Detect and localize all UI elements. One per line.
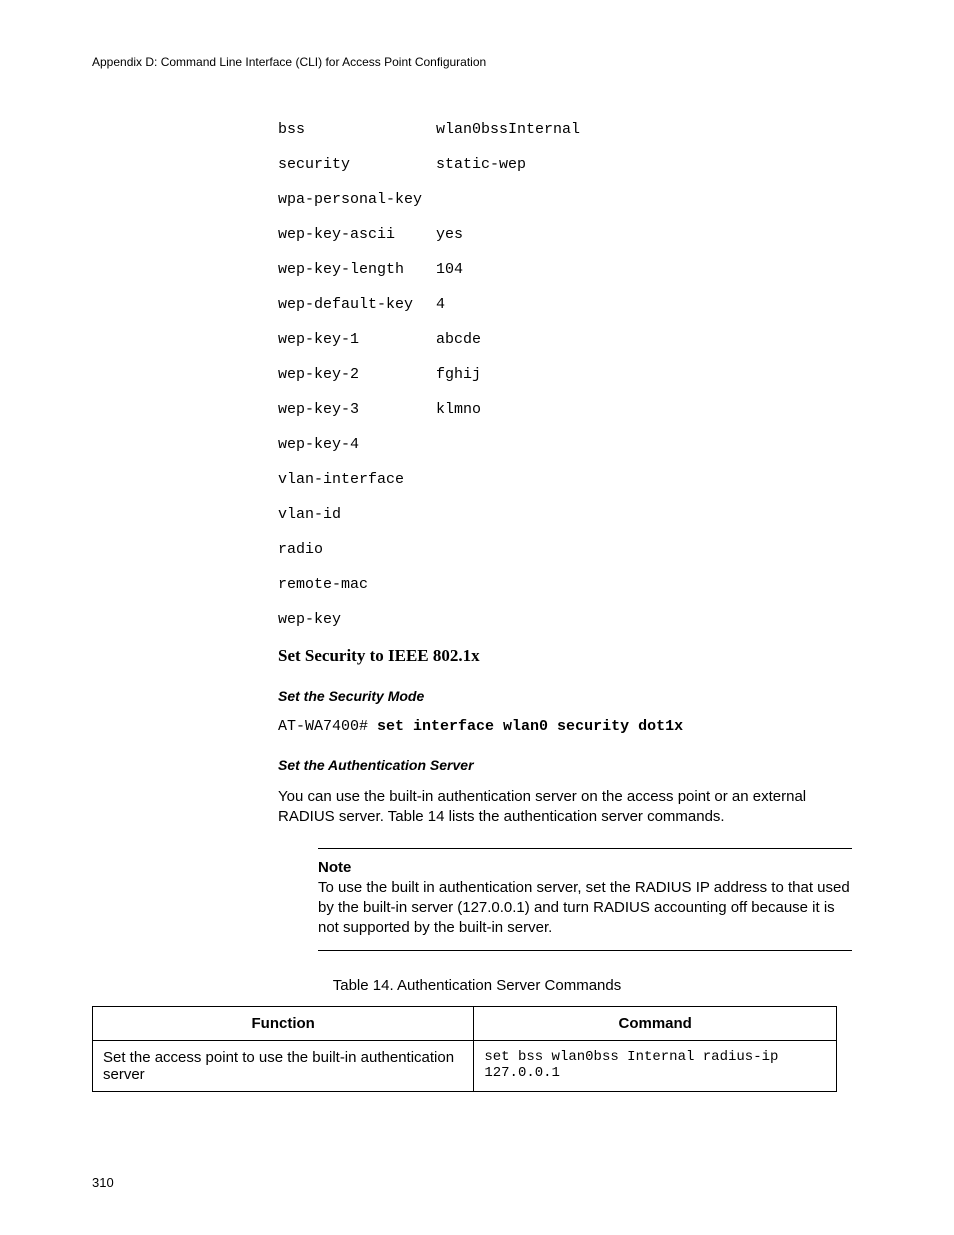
config-key: wep-default-key [278, 296, 436, 313]
config-val: 4 [436, 296, 445, 313]
config-key: remote-mac [278, 576, 436, 593]
config-row: bsswlan0bssInternal [278, 121, 862, 138]
config-row: wep-key-asciiyes [278, 226, 862, 243]
config-key: wep-key-4 [278, 436, 436, 453]
config-key: wep-key-ascii [278, 226, 436, 243]
config-row: wep-key [278, 611, 862, 628]
config-row: wep-key-1abcde [278, 331, 862, 348]
note-box: Note To use the built in authentication … [318, 848, 852, 952]
config-row: wep-default-key4 [278, 296, 862, 313]
config-row: wep-key-3klmno [278, 401, 862, 418]
config-row: wep-key-length104 [278, 261, 862, 278]
table-cell-command: set bss wlan0bss Internal radius-ip 127.… [474, 1041, 837, 1092]
config-val: abcde [436, 331, 481, 348]
config-key: wep-key-2 [278, 366, 436, 383]
config-row: vlan-id [278, 506, 862, 523]
body-paragraph: You can use the built-in authentication … [278, 787, 862, 828]
config-row: wep-key-2fghij [278, 366, 862, 383]
config-row: vlan-interface [278, 471, 862, 488]
config-key: wpa-personal-key [278, 191, 436, 208]
main-content: bsswlan0bssInternal securitystatic-wep w… [278, 121, 862, 1092]
config-row: radio [278, 541, 862, 558]
config-row: securitystatic-wep [278, 156, 862, 173]
page-number: 310 [92, 1175, 114, 1190]
table-header-function: Function [93, 1007, 474, 1041]
subheading-security-mode: Set the Security Mode [278, 688, 862, 704]
config-row: remote-mac [278, 576, 862, 593]
page-header: Appendix D: Command Line Interface (CLI)… [92, 55, 862, 69]
subheading-auth-server: Set the Authentication Server [278, 757, 862, 773]
config-list: bsswlan0bssInternal securitystatic-wep w… [278, 121, 862, 628]
config-key: wep-key-1 [278, 331, 436, 348]
config-key: vlan-interface [278, 471, 436, 488]
config-val: klmno [436, 401, 481, 418]
auth-server-commands-table: Function Command Set the access point to… [92, 1006, 837, 1092]
config-val: static-wep [436, 156, 526, 173]
config-key: bss [278, 121, 436, 138]
table-cell-function: Set the access point to use the built-in… [93, 1041, 474, 1092]
config-key: radio [278, 541, 436, 558]
config-val: 104 [436, 261, 463, 278]
config-row: wpa-personal-key [278, 191, 862, 208]
table-header-command: Command [474, 1007, 837, 1041]
config-key: wep-key-length [278, 261, 436, 278]
note-label: Note [318, 859, 852, 876]
config-key: wep-key [278, 611, 436, 628]
cli-prompt: AT-WA7400# [278, 718, 377, 735]
cli-command: set interface wlan0 security dot1x [377, 718, 683, 735]
config-row: wep-key-4 [278, 436, 862, 453]
table-header-row: Function Command [93, 1007, 837, 1041]
config-val: yes [436, 226, 463, 243]
config-val: wlan0bssInternal [436, 121, 580, 138]
cli-command-line: AT-WA7400# set interface wlan0 security … [278, 718, 862, 735]
section-title: Set Security to IEEE 802.1x [278, 646, 862, 666]
config-key: vlan-id [278, 506, 436, 523]
note-text: To use the built in authentication serve… [318, 878, 852, 939]
config-key: wep-key-3 [278, 401, 436, 418]
table-caption: Table 14. Authentication Server Commands [92, 977, 862, 994]
table-row: Set the access point to use the built-in… [93, 1041, 837, 1092]
config-key: security [278, 156, 436, 173]
config-val: fghij [436, 366, 481, 383]
